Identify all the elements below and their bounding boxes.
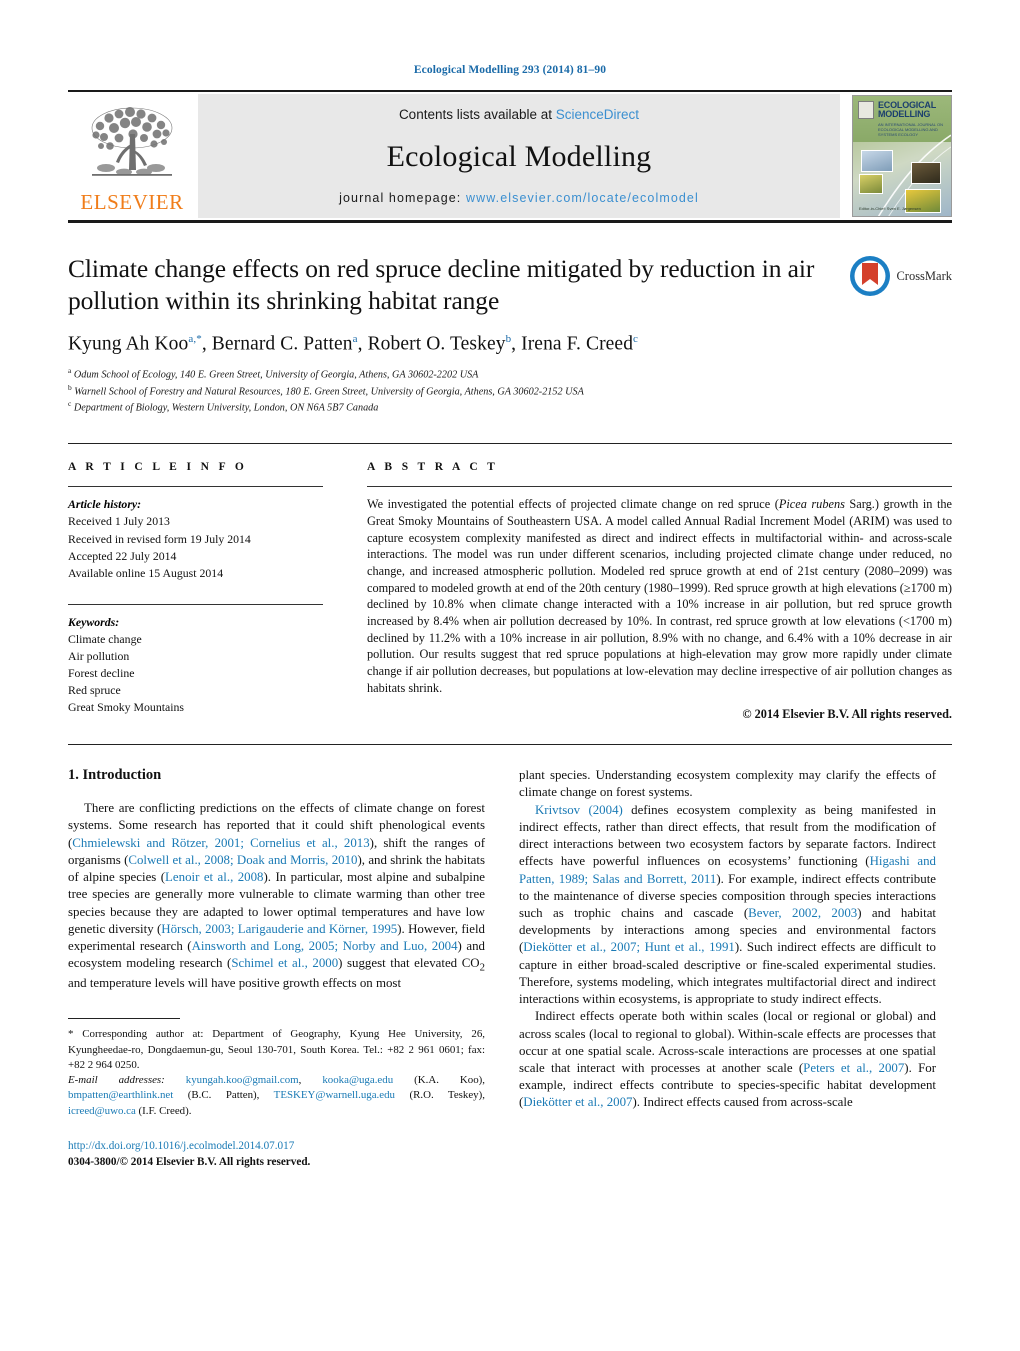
journal-title: Ecological Modelling (386, 139, 652, 173)
banner-bottom-rule (68, 220, 952, 223)
article-info-column: A R T I C L E I N F O Article history: R… (68, 461, 323, 722)
author-list: Kyung Ah Kooa,*, Bernard C. Pattena, Rob… (68, 333, 639, 355)
crossmark-icon (850, 256, 891, 296)
contents-list-line: Contents lists available at ScienceDirec… (399, 107, 639, 122)
homepage-prefix: journal homepage: (339, 191, 466, 205)
body-column-right: plant species. Understanding ecosystem c… (519, 767, 936, 1170)
history-item-received: Received 1 July 2013 (68, 514, 170, 529)
cover-photo-2 (859, 174, 883, 194)
affiliation-text-c: Department of Biology, Western Universit… (73, 402, 379, 414)
footnote-rule (68, 1018, 180, 1020)
article-page: Ecological Modelling 293 (2014) 81–90 EL… (0, 0, 1020, 1351)
keywords-label: Keywords: (68, 614, 120, 629)
homepage-url-link[interactable]: www.elsevier.com/locate/ecolmodel (466, 191, 699, 205)
abstract-text: We investigated the potential effects of… (367, 497, 952, 695)
keyword-item-1: Air pollution (68, 649, 130, 663)
page-title: Climate change effects on red spruce dec… (68, 254, 815, 315)
body-column-left: 1. Introduction There are conflicting pr… (68, 767, 485, 1170)
issn-copyright-line: 0304-3800/© 2014 Elsevier B.V. All right… (68, 1155, 311, 1168)
corresponding-author-note: * Corresponding author at: Department of… (68, 1028, 485, 1071)
affiliation-mark-a: a (68, 365, 72, 375)
paragraph-right-0: plant species. Understanding ecosystem c… (519, 768, 936, 800)
elsevier-wordmark: ELSEVIER (80, 189, 184, 214)
info-abstract-row: A R T I C L E I N F O Article history: R… (68, 443, 952, 722)
affiliation-text-b: Warnell School of Forestry and Natural R… (74, 385, 584, 397)
journal-banner-center: Contents lists available at ScienceDirec… (198, 94, 840, 218)
keyword-item-3: Red spruce (68, 683, 121, 698)
affiliation-text-a: Odum School of Ecology, 140 E. Green Str… (73, 369, 479, 381)
title-block: Climate change effects on red spruce dec… (68, 253, 952, 416)
journal-cover-thumbnail[interactable]: ECOLOGICAL MODELLING AN INTERNATIONAL JO… (852, 95, 952, 217)
abstract-copyright: © 2014 Elsevier B.V. All rights reserved… (742, 707, 952, 722)
affiliation-list: a Odum School of Ecology, 140 E. Green S… (68, 366, 952, 417)
cover-photo-3 (911, 162, 941, 184)
body-columns: 1. Introduction There are conflicting pr… (68, 767, 952, 1170)
doi-link[interactable]: http://dx.doi.org/10.1016/j.ecolmodel.20… (68, 1139, 485, 1155)
paragraph-right-1: Krivtsov (2004) defines ecosystem comple… (519, 802, 937, 1007)
keywords-group: Keywords: Climate change Air pollution F… (68, 603, 323, 717)
journal-homepage-line: journal homepage: www.elsevier.com/locat… (339, 191, 699, 205)
section-heading-introduction: 1. Introduction (68, 767, 162, 784)
abstract-heading: A B S T R A C T (367, 461, 499, 474)
email-addresses-note: E-mail addresses: kyungah.koo@gmail.com,… (68, 1074, 485, 1117)
affiliation-mark-b: b (68, 382, 72, 392)
doi-block: http://dx.doi.org/10.1016/j.ecolmodel.20… (68, 1139, 485, 1170)
article-info-heading: A R T I C L E I N F O (68, 461, 248, 474)
elsevier-logo[interactable]: ELSEVIER (68, 92, 196, 220)
keywords-rule (68, 603, 323, 605)
contents-prefix: Contents lists available at (398, 107, 556, 122)
elsevier-tree-icon (91, 106, 173, 176)
history-item-revised: Received in revised form 19 July 2014 (68, 531, 251, 546)
crossmark-badge[interactable]: CrossMark (849, 255, 952, 297)
paragraph-right-2: Indirect effects operate both within sca… (519, 1009, 936, 1110)
abstract-rule (367, 486, 952, 488)
article-history-label: Article history: (68, 497, 142, 512)
cover-footer-text: Editor-in-Chief: Sven E. Jørgensen (859, 206, 921, 211)
history-item-accepted: Accepted 22 July 2014 (68, 548, 177, 563)
sciencedirect-link[interactable]: ScienceDirect (556, 107, 639, 122)
affiliation-c: c Department of Biology, Western Univers… (68, 399, 952, 416)
cover-photo-1 (861, 150, 893, 172)
affiliation-b: b Warnell School of Forestry and Natural… (68, 383, 952, 400)
affiliation-mark-c: c (68, 399, 72, 409)
paragraph-left-0: There are conflicting predictions on the… (68, 801, 485, 991)
abstract-column: A B S T R A C T We investigated the pote… (367, 461, 952, 722)
journal-banner: ELSEVIER Contents lists available at Sci… (68, 92, 952, 220)
running-head: Ecological Modelling 293 (2014) 81–90 (413, 64, 607, 76)
history-item-online: Available online 15 August 2014 (68, 565, 224, 580)
keyword-item-2: Forest decline (68, 666, 135, 681)
keyword-item-0: Climate change (68, 631, 142, 646)
footnote-block: * Corresponding author at: Department of… (68, 1018, 485, 1170)
keyword-item-4: Great Smoky Mountains (68, 700, 184, 715)
article-info-rule (68, 486, 323, 488)
affiliation-a: a Odum School of Ecology, 140 E. Green S… (68, 366, 952, 383)
body-top-rule (68, 744, 952, 746)
crossmark-label: CrossMark (896, 268, 952, 283)
